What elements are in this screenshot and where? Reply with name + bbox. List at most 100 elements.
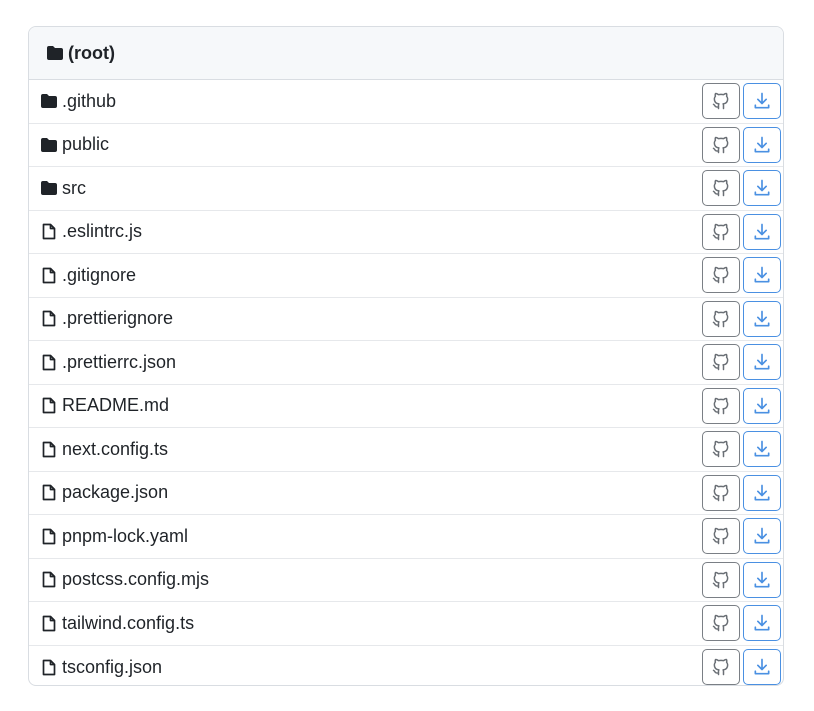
download-icon <box>752 439 772 459</box>
item-name[interactable]: .gitignore <box>62 265 702 286</box>
file-icon <box>40 615 57 632</box>
file-icon <box>40 441 57 458</box>
download-icon <box>752 570 772 590</box>
download-button[interactable] <box>743 126 781 163</box>
download-icon <box>752 309 772 329</box>
download-button[interactable] <box>743 561 781 598</box>
file-row[interactable]: .prettierignore <box>29 298 783 341</box>
download-icon <box>752 657 772 677</box>
item-name[interactable]: tsconfig.json <box>62 657 702 678</box>
file-row[interactable]: tsconfig.json <box>29 646 783 685</box>
file-row[interactable]: postcss.config.mjs <box>29 559 783 602</box>
github-icon <box>711 352 731 372</box>
row-actions <box>702 605 781 642</box>
row-actions <box>702 387 781 424</box>
root-header[interactable]: (root) <box>29 27 783 80</box>
folder-row[interactable]: src <box>29 167 783 211</box>
download-button[interactable] <box>743 431 781 468</box>
file-row[interactable]: .prettierrc.json <box>29 341 783 385</box>
item-name[interactable]: pnpm-lock.yaml <box>62 526 702 547</box>
file-icon <box>40 484 57 501</box>
row-actions <box>702 126 781 163</box>
item-name[interactable]: .prettierignore <box>62 308 702 329</box>
row-actions <box>702 474 781 511</box>
file-icon <box>40 528 57 545</box>
row-actions <box>702 344 781 381</box>
download-icon <box>752 135 772 155</box>
item-name[interactable]: .eslintrc.js <box>62 221 702 242</box>
item-name[interactable]: next.config.ts <box>62 439 702 460</box>
folder-icon <box>40 136 57 153</box>
view-on-github-button[interactable] <box>702 605 740 642</box>
download-button[interactable] <box>743 474 781 511</box>
file-tree-panel: (root) .github public src .eslintrc.js .giti… <box>28 26 784 686</box>
row-actions <box>702 170 781 207</box>
download-button[interactable] <box>743 518 781 555</box>
folder-icon <box>46 45 63 62</box>
view-on-github-button[interactable] <box>702 387 740 424</box>
download-icon <box>752 265 772 285</box>
view-on-github-button[interactable] <box>702 344 740 381</box>
item-name[interactable]: .github <box>62 91 702 112</box>
download-button[interactable] <box>743 170 781 207</box>
github-icon <box>711 309 731 329</box>
file-icon <box>40 354 57 371</box>
file-row[interactable]: README.md <box>29 385 783 428</box>
github-icon <box>711 439 731 459</box>
file-row[interactable]: next.config.ts <box>29 428 783 472</box>
folder-row[interactable]: public <box>29 124 783 167</box>
folder-icon <box>40 180 57 197</box>
view-on-github-button[interactable] <box>702 83 740 120</box>
item-name[interactable]: package.json <box>62 482 702 503</box>
view-on-github-button[interactable] <box>702 213 740 250</box>
file-row[interactable]: .gitignore <box>29 254 783 298</box>
view-on-github-button[interactable] <box>702 300 740 337</box>
download-button[interactable] <box>743 257 781 294</box>
github-icon <box>711 178 731 198</box>
github-icon <box>711 265 731 285</box>
download-icon <box>752 396 772 416</box>
download-button[interactable] <box>743 344 781 381</box>
download-icon <box>752 483 772 503</box>
folder-icon <box>40 93 57 110</box>
view-on-github-button[interactable] <box>702 170 740 207</box>
view-on-github-button[interactable] <box>702 649 740 685</box>
download-icon <box>752 178 772 198</box>
view-on-github-button[interactable] <box>702 431 740 468</box>
github-icon <box>711 396 731 416</box>
row-actions <box>702 561 781 598</box>
file-icon <box>40 571 57 588</box>
file-icon <box>40 397 57 414</box>
view-on-github-button[interactable] <box>702 257 740 294</box>
download-button[interactable] <box>743 387 781 424</box>
item-name[interactable]: src <box>62 178 702 199</box>
view-on-github-button[interactable] <box>702 518 740 555</box>
github-icon <box>711 657 731 677</box>
view-on-github-button[interactable] <box>702 474 740 511</box>
file-row[interactable]: tailwind.config.ts <box>29 602 783 646</box>
root-title: (root) <box>68 42 115 63</box>
file-row[interactable]: package.json <box>29 472 783 515</box>
download-button[interactable] <box>743 605 781 642</box>
download-icon <box>752 352 772 372</box>
download-button[interactable] <box>743 300 781 337</box>
download-icon <box>752 526 772 546</box>
download-icon <box>752 91 772 111</box>
github-icon <box>711 483 731 503</box>
item-name[interactable]: tailwind.config.ts <box>62 613 702 634</box>
file-row[interactable]: pnpm-lock.yaml <box>29 515 783 559</box>
row-actions <box>702 649 781 685</box>
item-name[interactable]: public <box>62 134 702 155</box>
view-on-github-button[interactable] <box>702 126 740 163</box>
folder-row[interactable]: .github <box>29 80 783 124</box>
download-button[interactable] <box>743 83 781 120</box>
file-row[interactable]: .eslintrc.js <box>29 211 783 254</box>
download-button[interactable] <box>743 649 781 685</box>
download-icon <box>752 222 772 242</box>
download-button[interactable] <box>743 213 781 250</box>
file-icon <box>40 310 57 327</box>
item-name[interactable]: .prettierrc.json <box>62 352 702 373</box>
view-on-github-button[interactable] <box>702 561 740 598</box>
item-name[interactable]: postcss.config.mjs <box>62 569 702 590</box>
item-name[interactable]: README.md <box>62 395 702 416</box>
